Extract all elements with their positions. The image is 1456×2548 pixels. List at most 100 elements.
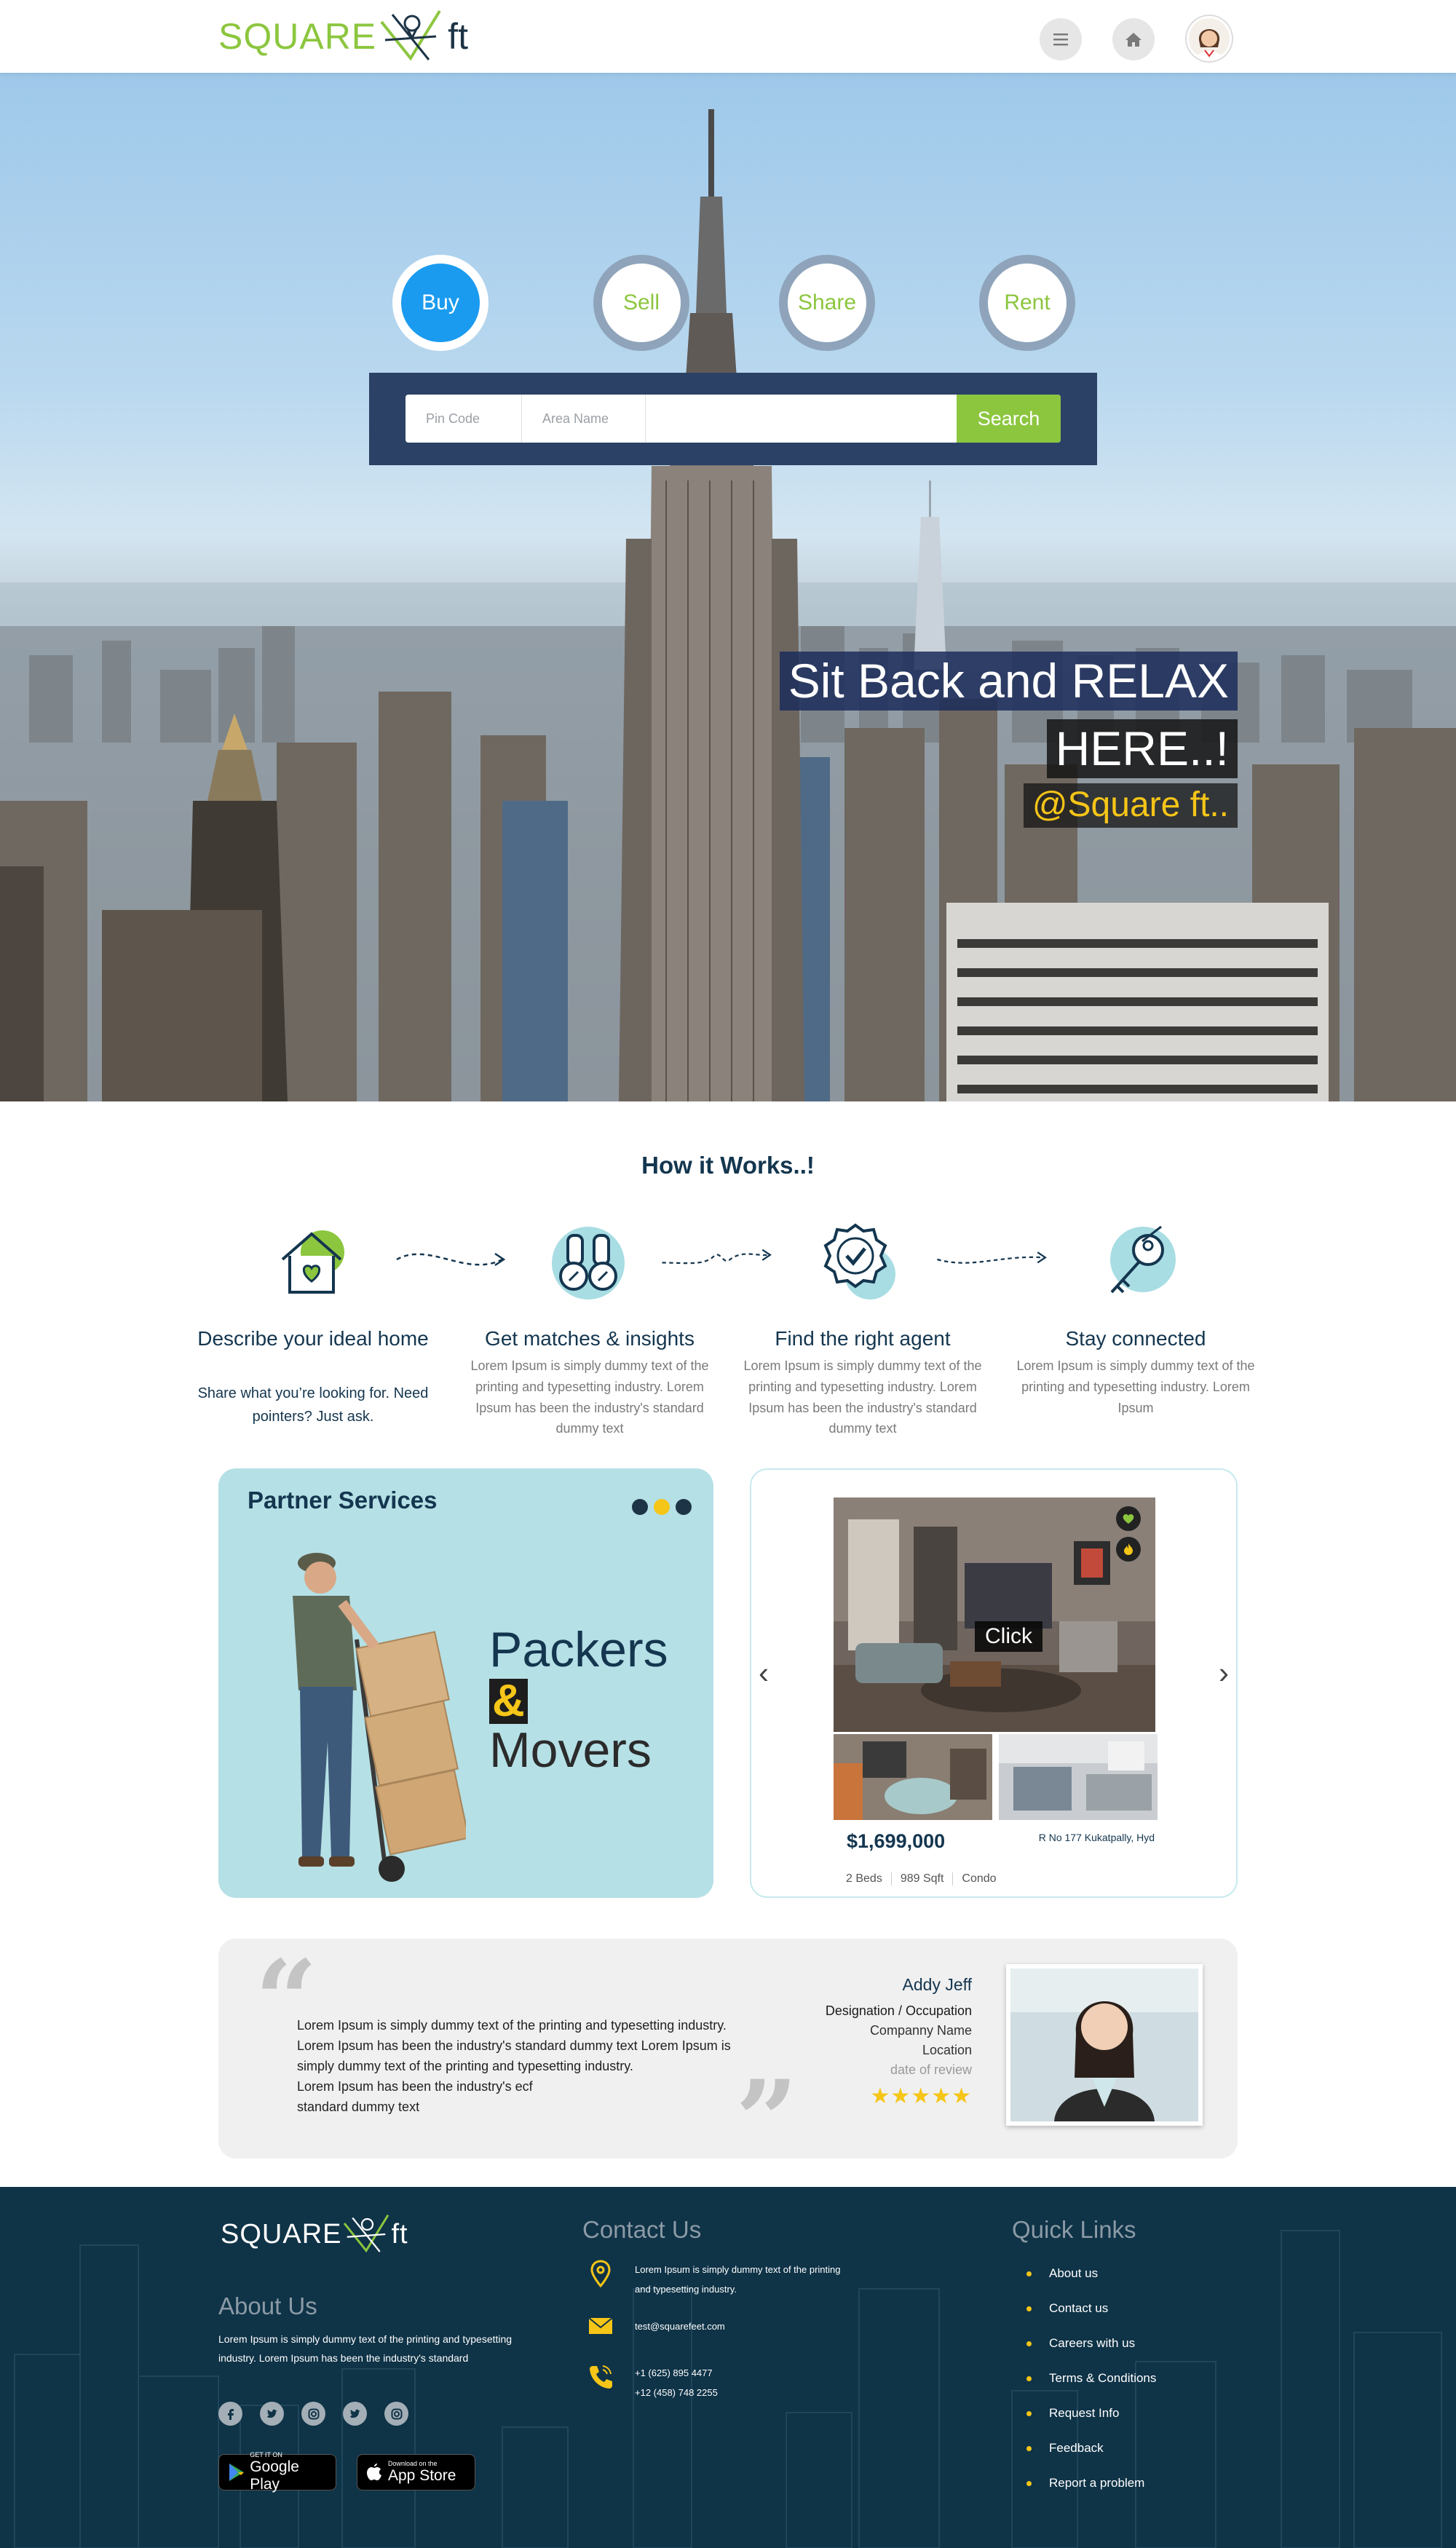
reviewer-photo xyxy=(1006,1964,1203,2126)
footer-logo-suffix: ft xyxy=(391,2218,408,2250)
search-button[interactable]: Search xyxy=(957,395,1061,443)
property-thumb-1[interactable] xyxy=(834,1734,992,1820)
quick-link-about[interactable]: About us xyxy=(1026,2256,1156,2291)
step-3-desc: Lorem Ipsum is simply dummy text of the … xyxy=(743,1358,982,1436)
review-date: date of review xyxy=(890,2062,972,2077)
quick-link-careers[interactable]: Careers with us xyxy=(1026,2326,1156,2361)
phone-2[interactable]: +12 (458) 748 2255 xyxy=(635,2383,718,2402)
next-arrow-icon[interactable]: › xyxy=(1219,1655,1229,1690)
footer-logo-word: SQUARE xyxy=(221,2218,342,2250)
footer-logo[interactable]: SQUARE ft xyxy=(221,2212,408,2256)
google-play-badge[interactable]: GET IT ON Google Play xyxy=(218,2451,336,2493)
packers-movers-heading: Packers & Movers xyxy=(489,1625,668,1775)
instagram-icon[interactable] xyxy=(384,2402,408,2426)
quick-links-heading: Quick Links xyxy=(1012,2216,1136,2243)
partner-services-card[interactable]: Partner Services Packers & Movers xyxy=(218,1468,713,1898)
house-heart-icon xyxy=(281,1230,344,1294)
testimonial-line: Lorem Ipsum has been the industry's ecf xyxy=(297,2078,533,2094)
partner-services-title: Partner Services xyxy=(248,1487,438,1514)
property-sqft: 989 Sqft xyxy=(892,1872,954,1886)
user-avatar-image xyxy=(1189,18,1230,59)
property-address: R No 177 Kukatpally, Hyd xyxy=(1038,1832,1155,1843)
step-1-title: Describe your ideal home xyxy=(197,1327,429,1350)
address-line-1: Lorem Ipsum is simply dummy text of the … xyxy=(635,2264,841,2275)
mode-share-button[interactable]: Share xyxy=(779,255,875,351)
contact-email[interactable]: test@squarefeet.com xyxy=(582,2316,725,2336)
carousel-dot-active[interactable] xyxy=(654,1499,670,1515)
mode-rent-button[interactable]: Rent xyxy=(979,255,1075,351)
dashed-arrow-icon xyxy=(937,1251,1047,1264)
home-button[interactable] xyxy=(1112,18,1155,60)
top-header: SQUARE ft xyxy=(0,0,1456,73)
reviewer-designation: Designation / Occupation xyxy=(825,2003,972,2018)
instagram-icon[interactable] xyxy=(301,2402,325,2426)
tagline-line-3: @Square ft.. xyxy=(1023,783,1238,828)
twitter-icon[interactable] xyxy=(343,2402,367,2426)
user-avatar[interactable] xyxy=(1187,16,1232,61)
app-store-badge[interactable]: Download on the App Store xyxy=(357,2454,475,2490)
mode-sell-button[interactable]: Sell xyxy=(593,255,689,351)
google-play-icon xyxy=(229,2464,244,2481)
living-room-thumb xyxy=(834,1734,992,1820)
click-label[interactable]: Click xyxy=(975,1621,1042,1652)
area-name-input[interactable]: Area Name xyxy=(522,395,646,443)
quick-link-feedback[interactable]: Feedback xyxy=(1026,2431,1156,2466)
google-play-text: Google Play xyxy=(250,2458,299,2493)
mail-icon xyxy=(588,2317,613,2334)
google-play-small-text: GET IT ON xyxy=(250,2451,282,2458)
tagline-line-1: Sit Back and RELAX xyxy=(779,652,1238,711)
reviewer-portrait xyxy=(1010,1969,1198,2121)
property-listing-card[interactable]: ‹ › Click $1,699,000 R No 177 Kukatpally… xyxy=(750,1468,1238,1898)
quick-link-report[interactable]: Report a problem xyxy=(1026,2466,1156,2501)
mode-buy-button[interactable]: Buy xyxy=(392,255,488,351)
facebook-icon[interactable] xyxy=(218,2402,242,2426)
property-type: Condo xyxy=(962,1872,997,1885)
prev-arrow-icon[interactable]: ‹ xyxy=(759,1655,769,1690)
quick-link-contact[interactable]: Contact us xyxy=(1026,2291,1156,2326)
testimonial-line: simply dummy text of the printing and ty… xyxy=(297,2058,633,2073)
pin-code-input[interactable]: Pin Code xyxy=(405,395,522,443)
twitter-icon[interactable] xyxy=(260,2402,284,2426)
mover-with-boxes-illustration xyxy=(293,1553,466,1882)
how-it-works-title: How it Works..! xyxy=(641,1152,815,1179)
testimonial-line: Lorem Ipsum has been the industry's stan… xyxy=(297,2038,731,2053)
contact-phone[interactable]: +1 (625) 895 4477 +12 (458) 748 2255 xyxy=(582,2363,718,2403)
testimonial-text: Lorem Ipsum is simply dummy text of the … xyxy=(297,2016,770,2117)
about-us-heading: About Us xyxy=(218,2292,317,2319)
tagline-line-2: HERE..! xyxy=(1046,719,1238,778)
site-footer: SQUARE ft About Us Lorem Ipsum is simply… xyxy=(0,2187,1456,2548)
location-pin-icon xyxy=(590,2260,611,2288)
carousel-dots xyxy=(632,1499,692,1515)
testimonial-card: “ Lorem Ipsum is simply dummy text of th… xyxy=(218,1939,1238,2175)
carousel-dot[interactable] xyxy=(676,1499,692,1515)
search-bar: Pin Code Area Name Search xyxy=(405,395,1061,443)
search-text-input[interactable] xyxy=(646,395,957,443)
logo-word: SQUARE xyxy=(218,16,377,57)
favorite-heart-icon[interactable] xyxy=(1116,1506,1141,1531)
city-skyline-photo xyxy=(0,109,1456,1101)
step-1-desc: Share what you’re looking for. Need poin… xyxy=(197,1385,429,1425)
email-text[interactable]: test@squarefeet.com xyxy=(635,2316,725,2336)
about-us-text: Lorem Ipsum is simply dummy text of the … xyxy=(218,2333,513,2364)
phone-1[interactable]: +1 (625) 895 4477 xyxy=(635,2363,718,2383)
apple-icon xyxy=(367,2464,381,2480)
binoculars-icon xyxy=(552,1227,625,1299)
home-icon xyxy=(1125,33,1142,47)
property-thumb-2[interactable] xyxy=(999,1734,1158,1820)
quick-link-request-info[interactable]: Request Info xyxy=(1026,2396,1156,2431)
app-store-small-text: Download on the xyxy=(388,2460,438,2467)
contact-us-heading: Contact Us xyxy=(582,2216,702,2243)
hamburger-icon xyxy=(1053,33,1068,46)
hero-banner: Buy Sell Share Rent Pin Code Area Name S… xyxy=(0,73,1456,1101)
property-main-photo[interactable]: Click xyxy=(834,1497,1155,1732)
movers-text: Movers xyxy=(489,1722,652,1778)
quick-link-terms[interactable]: Terms & Conditions xyxy=(1026,2361,1156,2396)
step-2-desc: Lorem Ipsum is simply dummy text of the … xyxy=(470,1358,709,1436)
menu-button[interactable] xyxy=(1040,18,1082,60)
carousel-dot[interactable] xyxy=(632,1499,648,1515)
footer-logo-pin-icon xyxy=(344,2214,389,2253)
brand-logo[interactable]: SQUARE ft xyxy=(218,7,468,66)
packers-text: Packers xyxy=(489,1622,668,1677)
phone-icon xyxy=(590,2365,612,2389)
hot-fire-icon[interactable] xyxy=(1116,1537,1141,1562)
